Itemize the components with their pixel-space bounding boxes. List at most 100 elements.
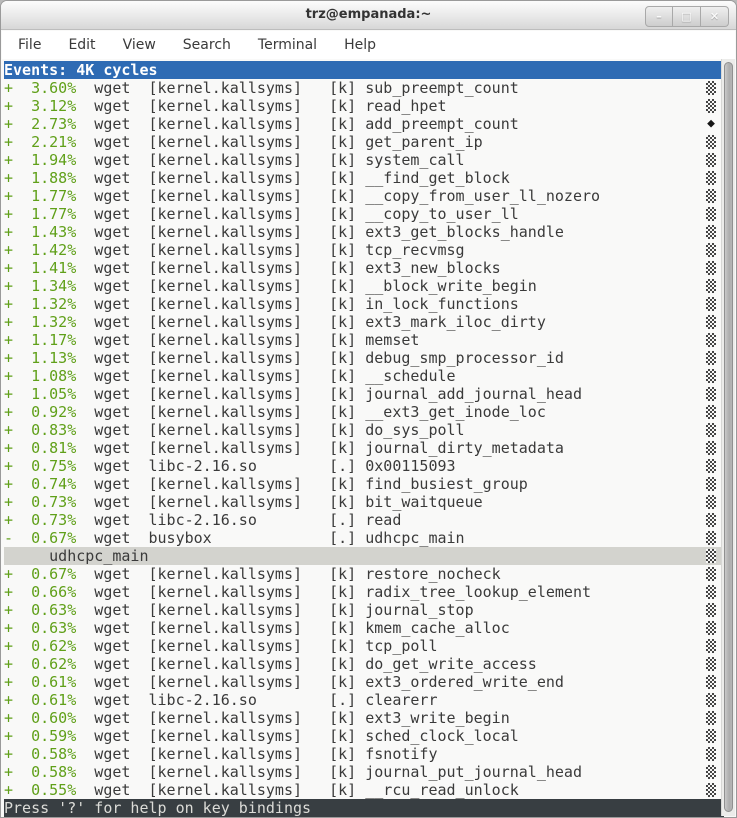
close-button[interactable]: ✕ xyxy=(701,6,729,27)
perf-row[interactable]: + 2.73% wget [kernel.kallsyms] [k] add_p… xyxy=(4,115,724,133)
row-detail: wget libc-2.16.so [.] read xyxy=(76,511,401,529)
perf-row[interactable]: + 0.62% wget [kernel.kallsyms] [k] tcp_p… xyxy=(4,637,724,655)
perf-row[interactable]: + 0.81% wget [kernel.kallsyms] [k] journ… xyxy=(4,439,724,457)
row-expander-and-overhead: + 0.73% xyxy=(4,511,76,529)
tui-scrollbar-block xyxy=(706,783,716,797)
perf-row[interactable]: + 1.88% wget [kernel.kallsyms] [k] __fin… xyxy=(4,169,724,187)
perf-row[interactable]: + 3.60% wget [kernel.kallsyms] [k] sub_p… xyxy=(4,79,724,97)
tui-scrollbar-block xyxy=(706,747,716,761)
perf-row[interactable]: + 1.05% wget [kernel.kallsyms] [k] journ… xyxy=(4,385,724,403)
row-detail: wget [kernel.kallsyms] [k] __rcu_read_un… xyxy=(76,781,519,799)
perf-row[interactable]: + 1.42% wget [kernel.kallsyms] [k] tcp_r… xyxy=(4,241,724,259)
titlebar[interactable]: trz@empanada:~ –□✕ xyxy=(1,1,736,30)
row-expander-and-overhead: + 0.62% xyxy=(4,637,76,655)
menu-item-file[interactable]: File xyxy=(14,35,45,55)
row-detail: wget [kernel.kallsyms] [k] restore_noche… xyxy=(76,565,500,583)
menu-item-help[interactable]: Help xyxy=(340,35,380,55)
tui-scrollbar-block xyxy=(706,639,716,653)
tui-scrollbar-block xyxy=(706,693,716,707)
minimize-icon: – xyxy=(656,10,662,23)
gtk-scrollbar-thumb[interactable] xyxy=(724,62,733,812)
perf-row[interactable]: + 2.21% wget [kernel.kallsyms] [k] get_p… xyxy=(4,133,724,151)
perf-row[interactable]: + 0.60% wget [kernel.kallsyms] [k] ext3_… xyxy=(4,709,724,727)
row-detail: wget [kernel.kallsyms] [k] journal_stop xyxy=(76,601,473,619)
perf-row[interactable]: + 0.63% wget [kernel.kallsyms] [k] journ… xyxy=(4,601,724,619)
terminal-window: trz@empanada:~ –□✕ File Edit View Search Ter… xyxy=(0,0,737,818)
callchain-row[interactable]: udhcpc_main xyxy=(4,547,724,565)
perf-row[interactable]: + 1.77% wget [kernel.kallsyms] [k] __cop… xyxy=(4,205,724,223)
row-expander-and-overhead: + 0.58% xyxy=(4,763,76,781)
row-detail: wget [kernel.kallsyms] [k] __find_get_bl… xyxy=(76,169,509,187)
row-detail: wget busybox [.] udhcpc_main xyxy=(76,529,464,547)
tui-scrollbar-block xyxy=(706,315,716,329)
perf-row[interactable]: + 1.41% wget [kernel.kallsyms] [k] ext3_… xyxy=(4,259,724,277)
row-expander-and-overhead: + 0.61% xyxy=(4,691,76,709)
window-controls: –□✕ xyxy=(645,6,729,27)
tui-scrollbar-block xyxy=(706,189,716,203)
minimize-button[interactable]: – xyxy=(645,6,673,27)
row-expander-and-overhead: + 0.60% xyxy=(4,709,76,727)
tui-scrollbar-block xyxy=(706,297,716,311)
perf-row[interactable]: + 0.75% wget libc-2.16.so [.] 0x00115093 xyxy=(4,457,724,475)
perf-row[interactable]: + 0.73% wget [kernel.kallsyms] [k] bit_w… xyxy=(4,493,724,511)
perf-row[interactable]: + 0.92% wget [kernel.kallsyms] [k] __ext… xyxy=(4,403,724,421)
perf-row[interactable]: + 1.13% wget [kernel.kallsyms] [k] debug… xyxy=(4,349,724,367)
perf-row[interactable]: + 1.77% wget [kernel.kallsyms] [k] __cop… xyxy=(4,187,724,205)
tui-scrollbar-block xyxy=(706,261,716,275)
menu-item-search[interactable]: Search xyxy=(179,35,235,55)
row-expander-and-overhead: + 0.83% xyxy=(4,421,76,439)
perf-row[interactable]: + 0.58% wget [kernel.kallsyms] [k] fsnot… xyxy=(4,745,724,763)
perf-row[interactable]: + 0.63% wget [kernel.kallsyms] [k] kmem_… xyxy=(4,619,724,637)
perf-row[interactable]: + 0.55% wget [kernel.kallsyms] [k] __rcu… xyxy=(4,781,724,799)
terminal-view[interactable]: Events: 4K cycles + 3.60% wget [kernel.k… xyxy=(2,59,735,816)
row-expander-and-overhead: + 0.75% xyxy=(4,457,76,475)
tui-scrollbar-block xyxy=(706,207,716,221)
tui-scrollbar-block xyxy=(706,81,716,95)
perf-row[interactable]: + 1.94% wget [kernel.kallsyms] [k] syste… xyxy=(4,151,724,169)
perf-row[interactable]: + 1.17% wget [kernel.kallsyms] [k] memse… xyxy=(4,331,724,349)
perf-row[interactable]: + 0.61% wget libc-2.16.so [.] clearerr xyxy=(4,691,724,709)
gtk-scrollbar[interactable] xyxy=(721,59,735,816)
tui-scrollbar-block xyxy=(706,279,716,293)
tui-scrollbar-block xyxy=(706,369,716,383)
maximize-button[interactable]: □ xyxy=(673,6,701,27)
perf-row[interactable]: + 0.62% wget [kernel.kallsyms] [k] do_ge… xyxy=(4,655,724,673)
perf-rows: + 3.60% wget [kernel.kallsyms] [k] sub_p… xyxy=(4,79,724,799)
perf-row[interactable]: - 0.67% wget busybox [.] udhcpc_main xyxy=(4,529,724,547)
tui-scrollbar-block xyxy=(706,405,716,419)
tui-scrollbar-block xyxy=(706,549,716,563)
perf-row[interactable]: + 0.67% wget [kernel.kallsyms] [k] resto… xyxy=(4,565,724,583)
perf-row[interactable]: + 0.83% wget [kernel.kallsyms] [k] do_sy… xyxy=(4,421,724,439)
menu-item-terminal[interactable]: Terminal xyxy=(254,35,321,55)
row-detail: wget [kernel.kallsyms] [k] journal_put_j… xyxy=(76,763,582,781)
row-expander-and-overhead: + 0.92% xyxy=(4,403,76,421)
row-detail: wget [kernel.kallsyms] [k] journal_dirty… xyxy=(76,439,564,457)
tui-scrollbar-block xyxy=(706,675,716,689)
perf-row[interactable]: + 1.32% wget [kernel.kallsyms] [k] in_lo… xyxy=(4,295,724,313)
row-expander-and-overhead: + 1.08% xyxy=(4,367,76,385)
perf-row[interactable]: + 3.12% wget [kernel.kallsyms] [k] read_… xyxy=(4,97,724,115)
row-detail: wget [kernel.kallsyms] [k] get_parent_ip xyxy=(76,133,482,151)
perf-row[interactable]: + 0.74% wget [kernel.kallsyms] [k] find_… xyxy=(4,475,724,493)
perf-row[interactable]: + 1.34% wget [kernel.kallsyms] [k] __blo… xyxy=(4,277,724,295)
row-expander-and-overhead: + 0.81% xyxy=(4,439,76,457)
row-detail: wget [kernel.kallsyms] [k] kmem_cache_al… xyxy=(76,619,509,637)
menu-item-edit[interactable]: Edit xyxy=(64,35,99,55)
menu-item-view[interactable]: View xyxy=(119,35,160,55)
perf-row[interactable]: + 1.08% wget [kernel.kallsyms] [k] __sch… xyxy=(4,367,724,385)
tui-scrollbar-block xyxy=(706,171,716,185)
tui-scrollbar-block xyxy=(706,621,716,635)
perf-row[interactable]: + 0.61% wget [kernel.kallsyms] [k] ext3_… xyxy=(4,673,724,691)
perf-row[interactable]: + 1.32% wget [kernel.kallsyms] [k] ext3_… xyxy=(4,313,724,331)
perf-row[interactable]: + 0.59% wget [kernel.kallsyms] [k] sched… xyxy=(4,727,724,745)
perf-row[interactable]: + 0.58% wget [kernel.kallsyms] [k] journ… xyxy=(4,763,724,781)
row-detail: wget [kernel.kallsyms] [k] bit_waitqueue xyxy=(76,493,482,511)
row-expander-and-overhead: + 0.59% xyxy=(4,727,76,745)
perf-row[interactable]: + 0.73% wget libc-2.16.so [.] read xyxy=(4,511,724,529)
row-expander-and-overhead: + 0.73% xyxy=(4,493,76,511)
row-detail: wget [kernel.kallsyms] [k] journal_add_j… xyxy=(76,385,582,403)
row-detail: wget [kernel.kallsyms] [k] ext3_write_be… xyxy=(76,709,509,727)
perf-row[interactable]: + 1.43% wget [kernel.kallsyms] [k] ext3_… xyxy=(4,223,724,241)
perf-row[interactable]: + 0.66% wget [kernel.kallsyms] [k] radix… xyxy=(4,583,724,601)
row-expander-and-overhead: + 1.32% xyxy=(4,313,76,331)
